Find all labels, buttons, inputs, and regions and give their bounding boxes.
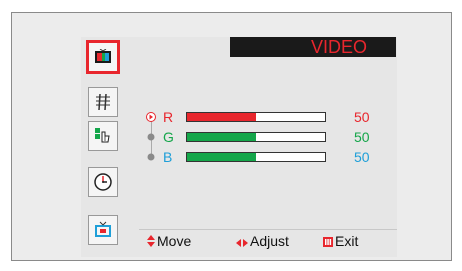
setting-value-r: 50 [354, 109, 370, 125]
inactive-dot-icon [146, 132, 156, 142]
setting-value-g: 50 [354, 129, 370, 145]
inactive-dot-icon [146, 152, 156, 162]
sidebar-item-picture[interactable] [86, 40, 120, 74]
sidebar-item-channel[interactable] [88, 121, 118, 151]
active-arrow-icon [146, 112, 156, 122]
menu-button-icon [323, 233, 333, 251]
channel-hand-icon [95, 128, 110, 143]
clock-icon [94, 173, 112, 191]
sidebar-item-time[interactable] [88, 167, 118, 197]
footer-move-label: Move [157, 233, 192, 249]
setting-label-g: G [163, 129, 174, 145]
setting-value-b: 50 [354, 149, 370, 165]
footer-adjust: Adjust [236, 232, 289, 250]
menu-title-text: VIDEO [310, 37, 367, 57]
slider-r[interactable] [186, 112, 326, 122]
music-note-icon [96, 93, 110, 111]
menu-title: VIDEO [230, 37, 396, 57]
footer-divider [139, 229, 397, 230]
setting-label-r: R [163, 109, 174, 125]
setting-label-b: B [163, 149, 173, 165]
slider-fill-g [187, 133, 256, 141]
slider-fill-b [187, 153, 256, 161]
menu-sidebar [85, 37, 120, 253]
footer-exit-label: Exit [335, 233, 359, 249]
slider-b[interactable] [186, 152, 326, 162]
slider-fill-r [187, 113, 256, 121]
up-down-arrow-icon [147, 233, 155, 251]
footer-exit: Exit [323, 232, 358, 250]
left-right-arrow-icon [236, 233, 248, 251]
footer-adjust-label: Adjust [250, 233, 289, 249]
footer-move: Move [147, 232, 191, 250]
slider-g[interactable] [186, 132, 326, 142]
tv-setup-icon [95, 221, 111, 237]
sidebar-item-sound[interactable] [88, 87, 118, 117]
tv-picture-icon [95, 49, 111, 63]
menu-panel [81, 37, 397, 257]
sidebar-item-setup[interactable] [88, 215, 118, 245]
